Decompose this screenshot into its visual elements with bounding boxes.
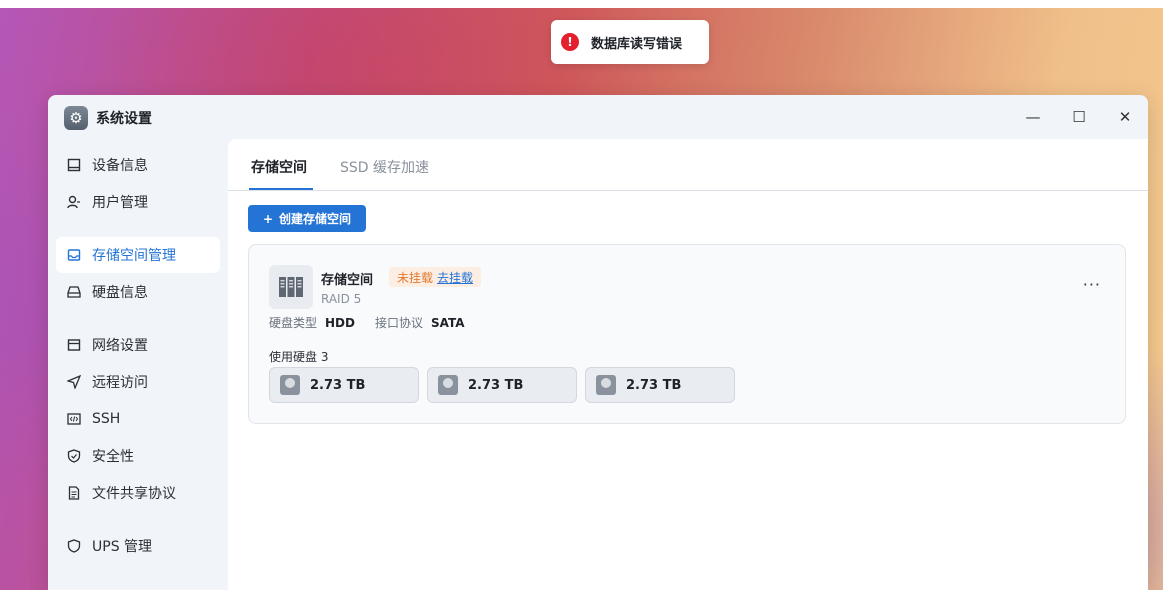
maximize-button[interactable]: ☐ xyxy=(1067,105,1091,129)
storage-volume-card: 存储空间 未挂载 去挂载 RAID 5 ··· 硬盘类型 HDD 接口协议 SATA… xyxy=(248,244,1126,424)
sidebar-item-network-settings[interactable]: 网络设置 xyxy=(56,327,220,363)
sidebar-item-label: 硬盘信息 xyxy=(92,285,148,301)
disk-type-field: 硬盘类型 HDD xyxy=(269,314,355,331)
sidebar-item-file-sharing[interactable]: 文件共享协议 xyxy=(56,475,220,511)
user-icon xyxy=(66,195,82,209)
main-content: 存储空间 SSD 缓存加速 + 创建存储空间 存储空间 未挂载 去挂载 RAID… xyxy=(228,139,1148,590)
mount-status: 未挂载 xyxy=(397,270,434,285)
sidebar-item-user-management[interactable]: 用户管理 xyxy=(56,184,220,220)
create-storage-label: 创建存储空间 xyxy=(279,212,352,226)
interface-field: 接口协议 SATA xyxy=(375,314,465,331)
sidebar-item-device-info[interactable]: 设备信息 xyxy=(56,147,220,183)
create-storage-button[interactable]: + 创建存储空间 xyxy=(248,205,366,232)
file-icon xyxy=(66,486,82,500)
mount-status-badge: 未挂载 去挂载 xyxy=(389,267,482,287)
sidebar-item-label: 网络设置 xyxy=(92,338,148,354)
disk-chip[interactable]: 2.73 TB xyxy=(585,367,735,403)
mount-link[interactable]: 去挂载 xyxy=(437,269,473,286)
sidebar-item-label: 文件共享协议 xyxy=(92,486,176,502)
disk-type-value: HDD xyxy=(325,316,355,330)
interface-label: 接口协议 xyxy=(375,316,424,330)
title-bar[interactable]: ⚙ 系统设置 — ☐ ✕ xyxy=(48,95,1148,139)
sidebar-item-storage-management[interactable]: 存储空间管理 xyxy=(56,237,220,273)
tab-bar: 存储空间 SSD 缓存加速 xyxy=(228,139,1148,191)
code-icon xyxy=(66,412,82,426)
plus-icon: + xyxy=(262,211,274,226)
used-disks-label: 使用硬盘 3 xyxy=(269,350,329,364)
tab-ssd-cache[interactable]: SSD 缓存加速 xyxy=(340,157,429,177)
sidebar: 设备信息 用户管理 存储空间管理 硬盘信息 网络设置 远程访问 SSH 安全性 xyxy=(48,139,228,590)
settings-gear-icon: ⚙ xyxy=(64,106,88,130)
minimize-button[interactable]: — xyxy=(1021,105,1045,129)
hard-drive-icon xyxy=(596,375,616,395)
send-icon xyxy=(66,375,82,389)
server-rack-icon xyxy=(269,265,313,309)
interface-value: SATA xyxy=(431,316,465,330)
shield-icon xyxy=(66,539,82,553)
device-icon xyxy=(66,158,82,172)
disk-size: 2.73 TB xyxy=(310,377,366,393)
close-button[interactable]: ✕ xyxy=(1113,105,1137,129)
hard-drive-icon xyxy=(438,375,458,395)
sidebar-item-ssh[interactable]: SSH xyxy=(56,401,220,437)
toast-message: 数据库读写错误 xyxy=(591,36,683,52)
system-settings-window: ⚙ 系统设置 — ☐ ✕ 设备信息 用户管理 存储空间管理 硬盘信息 网络设置 … xyxy=(48,95,1148,590)
more-options-button[interactable]: ··· xyxy=(1083,275,1101,294)
sidebar-item-label: 安全性 xyxy=(92,449,134,465)
sidebar-item-label: SSH xyxy=(92,411,121,427)
sidebar-item-security[interactable]: 安全性 xyxy=(56,438,220,474)
disk-type-label: 硬盘类型 xyxy=(269,316,318,330)
shield-check-icon xyxy=(66,449,82,463)
raid-level: RAID 5 xyxy=(321,292,362,306)
volume-name: 存储空间 xyxy=(321,273,374,288)
sidebar-item-remote-access[interactable]: 远程访问 xyxy=(56,364,220,400)
top-strip xyxy=(0,0,1163,8)
disk-size: 2.73 TB xyxy=(626,377,682,393)
sidebar-item-ups-management[interactable]: UPS 管理 xyxy=(56,528,220,564)
window-title: 系统设置 xyxy=(96,111,152,127)
sidebar-item-label: 存储空间管理 xyxy=(92,248,176,264)
disk-size: 2.73 TB xyxy=(468,377,524,393)
sidebar-item-label: 设备信息 xyxy=(92,158,148,174)
active-tab-indicator xyxy=(249,188,313,190)
sidebar-item-label: UPS 管理 xyxy=(92,539,153,555)
tab-storage-space[interactable]: 存储空间 xyxy=(251,157,307,177)
sidebar-item-disk-info[interactable]: 硬盘信息 xyxy=(56,274,220,310)
network-icon xyxy=(66,338,82,352)
error-toast: ! 数据库读写错误 xyxy=(551,20,709,64)
hard-drive-icon xyxy=(280,375,300,395)
sidebar-item-label: 用户管理 xyxy=(92,195,148,211)
error-icon: ! xyxy=(561,33,579,51)
disk-icon xyxy=(66,285,82,299)
sidebar-item-label: 远程访问 xyxy=(92,375,148,391)
disk-chip[interactable]: 2.73 TB xyxy=(269,367,419,403)
disk-chip[interactable]: 2.73 TB xyxy=(427,367,577,403)
storage-icon xyxy=(66,248,82,262)
